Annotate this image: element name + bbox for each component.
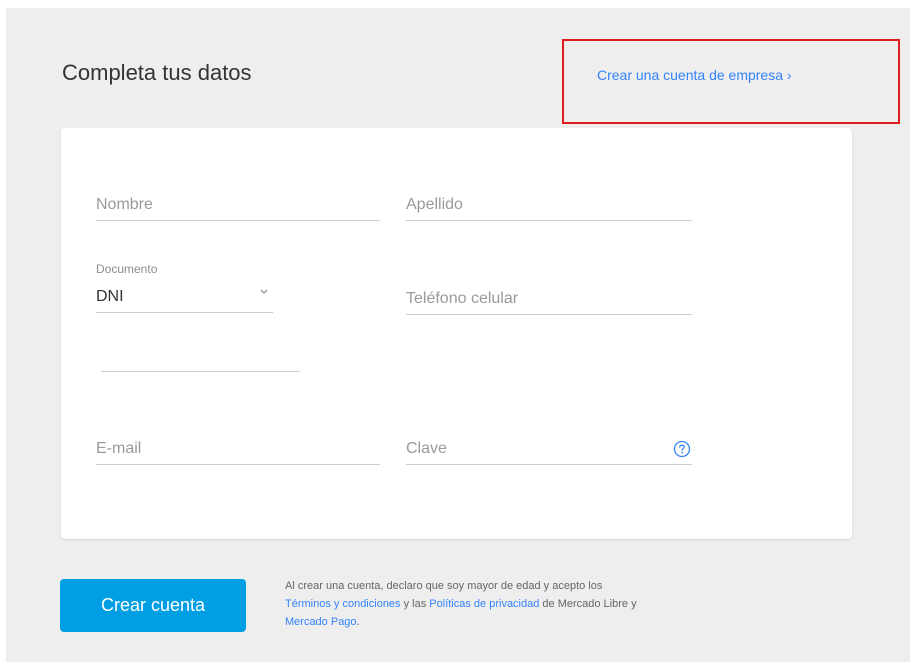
last-name-input[interactable] <box>406 190 692 220</box>
email-field <box>96 434 380 465</box>
first-name-field <box>96 190 380 221</box>
legal-text-2: y las <box>400 598 430 610</box>
last-name-field <box>406 190 692 221</box>
document-number-field <box>101 341 300 372</box>
legal-text-4: . <box>356 616 360 628</box>
help-circle-icon[interactable] <box>673 440 691 458</box>
page-title: Completa tus datos <box>62 60 252 85</box>
mercado-pago-link[interactable]: Mercado Pago <box>285 616 357 628</box>
document-type-value: DNI <box>96 288 124 305</box>
phone-input[interactable] <box>406 284 692 314</box>
privacy-link[interactable]: Políticas de privacidad <box>429 598 539 610</box>
document-label: Documento <box>96 262 158 276</box>
chevron-down-icon <box>260 289 268 294</box>
legal-notice: Al crear una cuenta, declaro que soy may… <box>285 577 665 631</box>
first-name-input[interactable] <box>96 190 380 220</box>
create-account-button[interactable]: Crear cuenta <box>60 579 246 632</box>
password-field <box>406 434 692 465</box>
password-input[interactable] <box>406 434 656 464</box>
phone-field <box>406 284 692 315</box>
document-type-select[interactable]: DNI <box>96 284 273 313</box>
terms-link[interactable]: Términos y condiciones <box>285 598 401 610</box>
highlight-box <box>562 39 900 124</box>
document-number-input[interactable] <box>101 341 300 371</box>
legal-text-3: de Mercado Libre y <box>539 598 637 610</box>
email-input[interactable] <box>96 434 380 464</box>
legal-text-1: Al crear una cuenta, declaro que soy may… <box>285 580 603 592</box>
